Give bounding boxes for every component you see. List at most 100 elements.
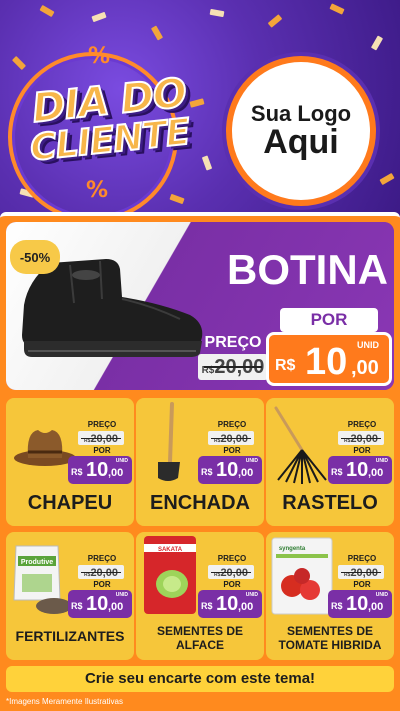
- old-price: R$20,00: [78, 565, 124, 579]
- new-currency: R$: [275, 357, 296, 374]
- strikethrough: [211, 572, 251, 573]
- new-currency: R$: [331, 601, 343, 611]
- confetti: [267, 14, 283, 28]
- new-integer: 10: [346, 459, 369, 481]
- old-price: R$20,00: [78, 431, 124, 445]
- strikethrough: [341, 438, 381, 439]
- new-integer: 10: [346, 593, 369, 615]
- seed-packet-icon: syngenta: [271, 537, 333, 615]
- pack-text: syngenta: [279, 546, 306, 552]
- unit-label: UNID: [245, 592, 258, 598]
- product-name: RASTELO: [282, 492, 378, 514]
- old-price: R$20,00: [208, 565, 254, 579]
- pack-text: Produtive: [21, 559, 53, 566]
- preco-label: PREÇO: [347, 554, 377, 563]
- confetti: [11, 55, 27, 71]
- pack-text: SAKATA: [158, 547, 183, 553]
- new-decimal: ,00: [238, 601, 254, 613]
- hero-por-label: POR: [280, 308, 378, 332]
- seed-packet-icon: SAKATA: [144, 536, 196, 614]
- confetti: [91, 11, 107, 23]
- percent-icon: %: [88, 44, 111, 69]
- confetti: [189, 98, 205, 108]
- old-value: 20,00: [220, 567, 248, 579]
- new-integer: 10: [216, 459, 239, 481]
- strikethrough: [211, 438, 251, 439]
- new-price: R$ 10,00 UNID: [68, 456, 132, 484]
- price-box: PREÇO R$20,00 POR R$ 10,00 UNID: [328, 420, 392, 484]
- new-price: R$ 10,00 UNID: [198, 590, 262, 618]
- new-currency: R$: [331, 467, 343, 477]
- confetti: [209, 8, 225, 18]
- old-value: 20,00: [90, 567, 118, 579]
- hero-preco-label: PREÇO: [204, 334, 262, 351]
- preco-label: PREÇO: [87, 420, 117, 429]
- new-integer: 10: [86, 593, 109, 615]
- hero-old-price: R$20,00: [198, 354, 268, 380]
- new-price: R$ 10,00 UNID: [198, 456, 262, 484]
- confetti: [201, 155, 213, 171]
- old-price: R$20,00: [338, 565, 384, 579]
- product-card-enchada[interactable]: PREÇO R$20,00 POR R$ 10,00 UNID ENCHADA: [136, 398, 264, 526]
- strikethrough: [81, 438, 121, 439]
- price-box: PREÇO R$20,00 POR R$ 10,00 UNID: [198, 554, 262, 618]
- price-box: PREÇO R$20,00 POR R$ 10,00 UNID: [68, 420, 132, 484]
- new-price: R$ 10,00 UNID: [328, 456, 392, 484]
- product-card-sementes-alface[interactable]: SAKATA PREÇO R$20,00 POR R$ 10,00 UNID SEM…: [136, 532, 264, 660]
- hero-product-name: BOTINA: [227, 246, 388, 293]
- disclaimer-text: *Imagens Meramente Ilustrativas: [6, 697, 123, 706]
- discount-badge: -50%: [10, 240, 60, 274]
- product-card-fertilizantes[interactable]: Produtive PREÇO R$20,00 POR R$ 10,00 UNID …: [6, 532, 134, 660]
- new-integer: 10: [305, 341, 348, 383]
- confetti: [329, 3, 345, 15]
- new-decimal: ,00: [368, 601, 384, 613]
- strikethrough: [204, 366, 262, 368]
- strikethrough: [341, 572, 381, 573]
- old-value: 20,00: [350, 433, 378, 445]
- preco-label: PREÇO: [347, 420, 377, 429]
- price-box: PREÇO R$20,00 POR R$ 10,00 UNID: [68, 554, 132, 618]
- product-name: ENCHADA: [150, 492, 250, 514]
- product-name: FERTILIZANTES: [15, 628, 125, 644]
- old-price: R$20,00: [338, 431, 384, 445]
- new-decimal: ,00: [108, 467, 124, 479]
- product-card-sementes-tomate[interactable]: syngenta PREÇO R$20,00 POR R$ 10,00 UNID S…: [266, 532, 394, 660]
- price-box: PREÇO R$20,00 POR R$ 10,00 UNID: [328, 554, 392, 618]
- logo-placeholder[interactable]: Sua Logo Aqui: [226, 56, 376, 206]
- product-card-chapeu[interactable]: PREÇO R$20,00 POR R$ 10,00 UNID CHAPEU: [6, 398, 134, 526]
- header-banner: % % DIA DO CLIENTE Sua Logo Aqui: [0, 0, 400, 222]
- percent-icon: %: [86, 178, 109, 203]
- cta-banner[interactable]: Crie seu encarte com este tema!: [6, 666, 394, 692]
- old-price: R$20,00: [208, 431, 254, 445]
- unit-label: UNID: [115, 592, 128, 598]
- product-name: SEMENTES DE ALFACE: [156, 624, 243, 652]
- new-decimal: ,00: [368, 467, 384, 479]
- new-price: R$ 10,00 UNID: [68, 590, 132, 618]
- confetti: [39, 4, 55, 18]
- product-name: CHAPEU: [27, 492, 113, 514]
- fertilizer-bag-icon: Produtive: [13, 545, 72, 614]
- unit-label: UNID: [245, 458, 258, 464]
- new-integer: 10: [86, 459, 109, 481]
- new-decimal: ,00: [238, 467, 254, 479]
- new-integer: 10: [216, 593, 239, 615]
- new-currency: R$: [71, 467, 83, 477]
- strikethrough: [81, 572, 121, 573]
- old-value: 20,00: [220, 433, 248, 445]
- new-decimal: ,00: [108, 601, 124, 613]
- preco-label: PREÇO: [217, 554, 247, 563]
- hero-new-price: R$ 10 ,00 UNID: [266, 332, 392, 386]
- confetti: [169, 193, 185, 205]
- product-card-rastelo[interactable]: PREÇO R$20,00 POR R$ 10,00 UNID RASTELO: [266, 398, 394, 526]
- logo-line1: Sua Logo: [250, 100, 352, 126]
- rake-icon: [274, 406, 327, 484]
- unit-label: UNID: [375, 592, 388, 598]
- confetti: [370, 35, 384, 51]
- new-price: R$ 10,00 UNID: [328, 590, 392, 618]
- product-name: SEMENTES DE TOMATE HIBRIDA: [278, 624, 382, 652]
- unit-label: UNID: [357, 340, 379, 350]
- new-currency: R$: [71, 601, 83, 611]
- confetti: [379, 172, 395, 186]
- hoe-icon: [158, 402, 180, 481]
- new-currency: R$: [201, 601, 213, 611]
